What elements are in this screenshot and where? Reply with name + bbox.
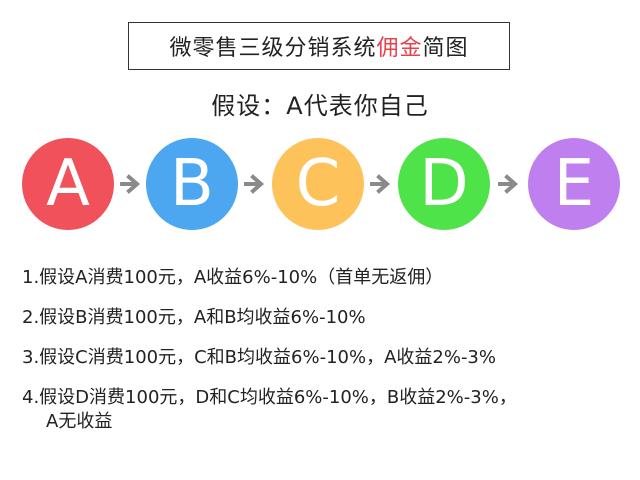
rule-item-continuation: A无收益 — [46, 411, 113, 432]
arrow-right-icon — [120, 174, 141, 194]
node-c: C — [272, 138, 364, 230]
arrow-right-icon — [244, 174, 265, 194]
rule-item: 2.假设B消费100元，A和B均收益6%-10% — [22, 307, 366, 328]
assumption-text: 假设：A代表你自己 — [211, 92, 429, 120]
rule-item: 4.假设D消费100元，D和C均收益6%-10%，B收益2%-3%， A无收益 — [22, 386, 632, 434]
arrow-right-icon — [370, 174, 391, 194]
arrow-right-icon — [498, 174, 519, 194]
title-box: 微零售三级分销系统 佣金 简图 — [128, 22, 510, 70]
node-d: D — [398, 138, 490, 230]
title-text: 微零售三级分销系统 — [169, 36, 377, 61]
rule-item: 1.假设A消费100元，A收益6%-10%（首单无返佣） — [22, 267, 444, 288]
node-a: A — [22, 138, 114, 230]
node-e: E — [528, 138, 620, 230]
node-b: B — [146, 138, 238, 230]
title-suffix: 简图 — [422, 36, 469, 61]
node-chain: A B C D E — [0, 136, 640, 234]
rules-list: 1.假设A消费100元，A收益6%-10%（首单无返佣） 2.假设B消费100元… — [22, 266, 632, 450]
rule-item: 3.假设C消费100元，C和B均收益6%-10%，A收益2%-3% — [22, 347, 496, 368]
rule-item-text: 4.假设D消费100元，D和C均收益6%-10%，B收益2%-3%， — [22, 387, 517, 408]
title-highlight: 佣金 — [376, 36, 423, 61]
